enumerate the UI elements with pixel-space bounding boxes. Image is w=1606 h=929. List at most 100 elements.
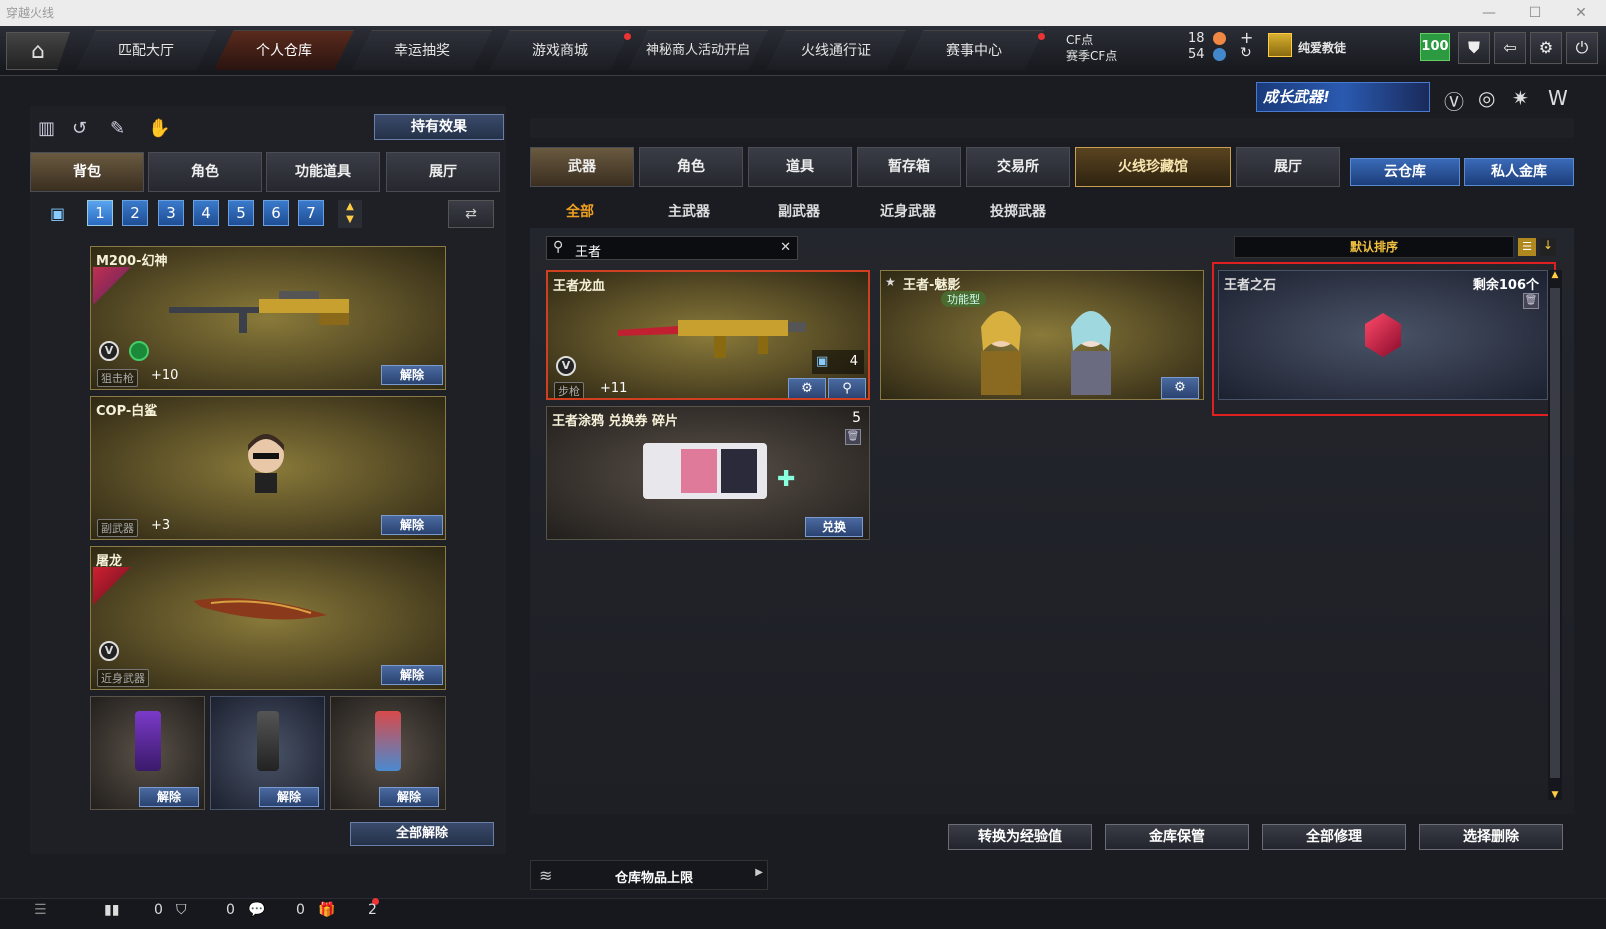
unbind-button[interactable]: 解除 — [139, 787, 199, 807]
team-icon[interactable]: ▮▮ — [104, 902, 119, 918]
left-tab-showroom[interactable]: 展厅 — [386, 152, 500, 192]
slot-6[interactable]: 6 — [263, 200, 289, 226]
power-icon[interactable]: ⏻ — [1566, 32, 1598, 64]
gift-icon[interactable]: 🎁 — [318, 902, 335, 918]
unbind-all-button[interactable]: 全部解除 — [350, 822, 494, 846]
tab-collection-hall[interactable]: 火线珍藏馆 — [1075, 147, 1231, 187]
tab-showroom[interactable]: 展厅 — [1236, 147, 1340, 187]
unbind-button[interactable]: 解除 — [259, 787, 319, 807]
repair-all-button[interactable]: 全部修理 — [1262, 824, 1406, 850]
left-tab-function-items[interactable]: 功能道具 — [266, 152, 380, 192]
sort-dropdown[interactable]: 默认排序 — [1234, 236, 1514, 258]
equipped-item-primary[interactable]: M200-幻神 V 狙击枪 +10 解除 — [90, 246, 446, 390]
grenade-slot-3[interactable]: 解除 — [330, 696, 446, 810]
scroll-thumb[interactable] — [1550, 288, 1560, 778]
w-logo-icon[interactable]: W — [1548, 86, 1568, 110]
ruby-gem-icon — [1365, 313, 1401, 357]
nav-tab-events[interactable]: 赛事中心 — [904, 30, 1044, 70]
holding-effect-button[interactable]: 持有效果 — [374, 114, 504, 140]
tab-weapons[interactable]: 武器 — [530, 147, 634, 187]
nav-tab-battle-pass[interactable]: 火线通行证 — [766, 30, 906, 70]
slot-1[interactable]: 1 — [87, 200, 113, 226]
menu-icon[interactable]: ☰ — [34, 902, 47, 918]
refresh-icon[interactable]: ↻ — [1240, 45, 1252, 61]
slot-3[interactable]: 3 — [158, 200, 184, 226]
select-delete-button[interactable]: 选择删除 — [1419, 824, 1563, 850]
slot-7[interactable]: 7 — [298, 200, 324, 226]
exit-icon[interactable]: ⇦ — [1494, 32, 1526, 64]
glove-icon[interactable]: ✋ — [148, 118, 170, 139]
settings-icon[interactable]: ⚙ — [1530, 32, 1562, 64]
tab-private-vault[interactable]: 私人金库 — [1464, 158, 1574, 186]
slot-2[interactable]: 2 — [122, 200, 148, 226]
nav-tab-label: 幸运抽奖 — [394, 43, 450, 59]
slot-4[interactable]: 4 — [193, 200, 219, 226]
history-icon[interactable]: ↺ — [72, 118, 87, 139]
search-input[interactable]: 王者 — [575, 241, 601, 260]
chat-icon[interactable]: 💬 — [248, 902, 265, 918]
rifle-icon — [618, 320, 806, 358]
sort-direction-icon[interactable]: ↓ — [1540, 238, 1556, 256]
tab-characters[interactable]: 角色 — [639, 147, 743, 187]
nav-tab-mystery-merchant[interactable]: 神秘商人活动开启 — [628, 30, 768, 70]
slot-5[interactable]: 5 — [228, 200, 254, 226]
growth-weapon-banner[interactable]: 成长武器! — [1256, 82, 1430, 112]
scrollbar[interactable]: ▲ ▼ — [1548, 270, 1562, 800]
search-icon[interactable]: ⚲ — [828, 378, 866, 398]
nav-tab-game-shop[interactable]: 游戏商城 — [490, 30, 630, 70]
subtab-primary[interactable]: 主武器 — [668, 201, 710, 221]
tab-exchange[interactable]: 交易所 — [966, 147, 1070, 187]
gear-badge-icon[interactable]: ✷ — [1512, 86, 1529, 110]
ranking-icon[interactable]: ▥ — [38, 118, 55, 139]
weapon-type: 副武器 — [97, 519, 138, 537]
character-card-king-phantom[interactable]: 王者-魅影 ★ 功能型 ⚙ — [880, 270, 1204, 400]
scroll-down-icon[interactable]: ▼ — [1548, 790, 1562, 800]
globe-icon[interactable]: ◎ — [1478, 86, 1495, 110]
grenade-slot-2[interactable]: 解除 — [210, 696, 325, 810]
clear-search-button[interactable]: ✕ — [780, 240, 791, 255]
settings-icon[interactable]: ⚙ — [788, 378, 826, 398]
nav-tab-personal-warehouse[interactable]: 个人仓库 — [214, 30, 354, 70]
spray-icon[interactable]: ✎ — [110, 118, 125, 139]
vault-storage-button[interactable]: 金库保管 — [1105, 824, 1249, 850]
unbind-button[interactable]: 解除 — [381, 515, 443, 535]
search-box[interactable]: ⚲ 王者 ✕ — [546, 236, 798, 260]
convert-exp-button[interactable]: 转换为经验值 — [948, 824, 1092, 850]
list-view-icon[interactable]: ☰ — [1518, 238, 1536, 256]
settings-icon[interactable]: ⚙ — [1161, 377, 1199, 399]
subtab-throwables[interactable]: 投掷武器 — [990, 201, 1046, 221]
redeem-button[interactable]: 兑换 — [805, 517, 863, 537]
equipped-item-melee[interactable]: 屠龙 V 近身武器 解除 — [90, 546, 446, 690]
tab-temp-box[interactable]: 暂存箱 — [857, 147, 961, 187]
weapon-card-king-dragon-blood[interactable]: 王者龙血 V 步枪 +11 ▣ 4 ⚙ ⚲ — [546, 270, 870, 400]
item-card-king-stone[interactable]: 王者之石 剩余106个 🗑 — [1218, 270, 1548, 400]
subtab-melee[interactable]: 近身武器 — [880, 201, 936, 221]
nav-tab-lucky-draw[interactable]: 幸运抽奖 — [352, 30, 492, 70]
trash-icon[interactable]: 🗑 — [845, 429, 861, 445]
unbind-button[interactable]: 解除 — [381, 365, 443, 385]
close-button[interactable]: ✕ — [1558, 0, 1604, 26]
maximize-button[interactable]: ☐ — [1512, 0, 1558, 26]
item-card-graffiti-voucher[interactable]: 王者涂鸦 兑换券 碎片 5 🗑 ✚ 兑换 — [546, 406, 870, 540]
unbind-button[interactable]: 解除 — [379, 787, 439, 807]
tab-items[interactable]: 道具 — [748, 147, 852, 187]
vip-v-icon[interactable]: Ⓥ — [1444, 86, 1464, 115]
left-tab-character[interactable]: 角色 — [148, 152, 262, 192]
unbind-button[interactable]: 解除 — [381, 665, 443, 685]
shield-icon[interactable]: ⛊ — [1458, 32, 1490, 64]
trash-icon[interactable]: 🗑 — [1523, 293, 1539, 309]
notification-dot — [624, 33, 631, 40]
nav-tab-match-hall[interactable]: 匹配大厅 — [76, 30, 216, 70]
transfer-icon[interactable]: ⇄ — [448, 200, 494, 228]
tab-cloud-warehouse[interactable]: 云仓库 — [1350, 158, 1460, 186]
left-tab-backpack[interactable]: 背包 — [30, 152, 144, 192]
minimize-button[interactable]: — — [1466, 0, 1512, 26]
warehouse-limit-bar[interactable]: ≋ 仓库物品上限 ▶ — [530, 860, 768, 890]
subtab-secondary[interactable]: 副武器 — [778, 201, 820, 221]
scroll-up-icon[interactable]: ▲ — [1548, 270, 1562, 280]
equipped-item-secondary[interactable]: COP-白鲨 副武器 +3 解除 — [90, 396, 446, 540]
slot-scroll-arrows[interactable]: ▲ ▼ — [338, 200, 362, 228]
subtab-all[interactable]: 全部 — [566, 201, 594, 221]
grenade-slot-1[interactable]: 解除 — [90, 696, 205, 810]
clan-shield-icon[interactable]: ⛉ — [176, 902, 187, 918]
